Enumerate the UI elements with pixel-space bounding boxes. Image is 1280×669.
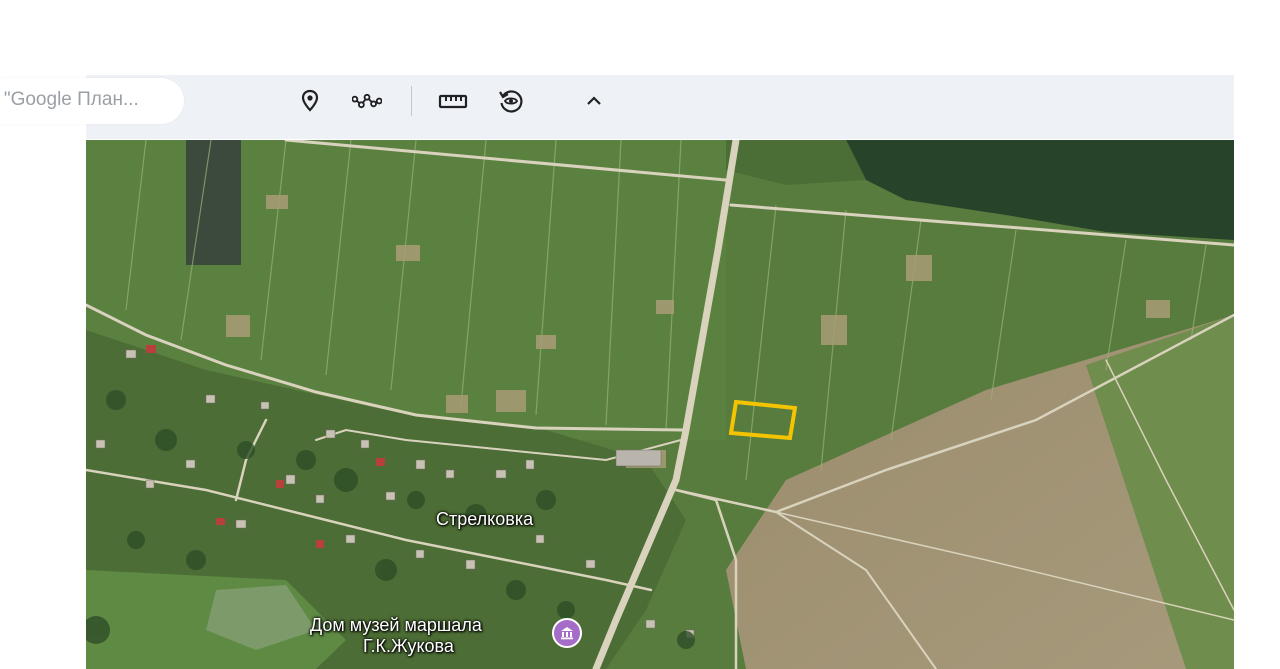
satellite-map[interactable]: Стрелковка Дом музей маршала Г.К.Жукова — [86, 140, 1234, 669]
museum-label-line1[interactable]: Дом музей маршала — [310, 615, 482, 635]
toolbar-divider — [411, 86, 412, 116]
search-text: е "Google План... — [0, 89, 139, 110]
ruler-icon[interactable] — [438, 86, 468, 116]
placemark-icon[interactable] — [295, 86, 325, 116]
village-label[interactable]: Стрелковка — [436, 509, 533, 529]
history-icon[interactable] — [496, 86, 526, 116]
museum-icon[interactable] — [552, 618, 582, 648]
search-box[interactable]: е "Google План... — [0, 78, 184, 124]
chevron-up-icon[interactable] — [579, 86, 609, 116]
satellite-imagery — [86, 140, 1234, 669]
map-toolbar — [86, 75, 1234, 139]
museum-label-line2[interactable]: Г.К.Жукова — [363, 636, 454, 656]
path-icon[interactable] — [352, 86, 382, 116]
